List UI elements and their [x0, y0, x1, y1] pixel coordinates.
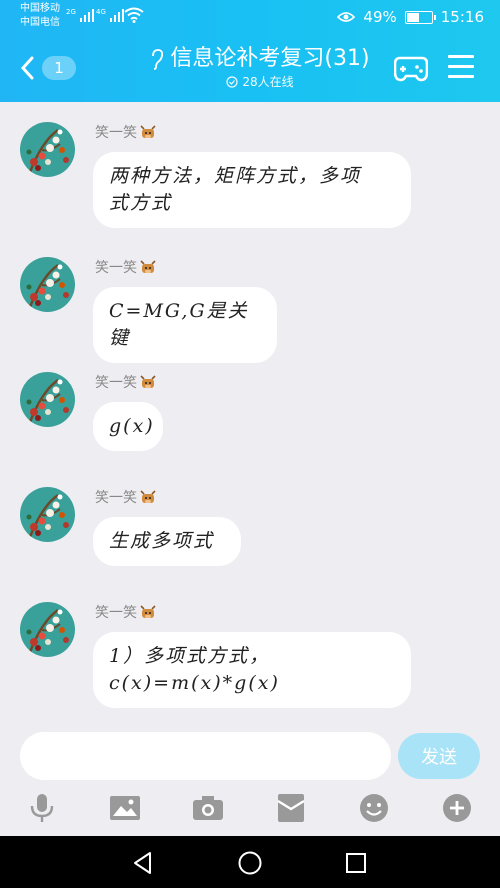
- clock: 15:16: [440, 8, 484, 26]
- avatar[interactable]: [20, 257, 75, 312]
- plus-icon[interactable]: [441, 792, 473, 824]
- sender-name: 笑一笑: [95, 122, 157, 142]
- home-circle-icon[interactable]: [237, 850, 263, 876]
- send-button[interactable]: 发送: [398, 733, 480, 779]
- sender-name-text: 笑一笑: [95, 605, 137, 621]
- battery-percent: 49%: [363, 8, 397, 26]
- back-triangle-icon[interactable]: [130, 850, 156, 876]
- status-bar: 中国移动 中国电信 2G 4G 49% 15:16: [0, 0, 500, 36]
- sender-name-text: 笑一笑: [95, 260, 137, 276]
- message-bubble[interactable]: 生成多项式: [93, 517, 241, 566]
- system-nav-bar: [0, 836, 500, 888]
- cow-emoji-icon: [140, 260, 156, 273]
- avatar[interactable]: [20, 122, 75, 177]
- message-text-line: g(x): [109, 415, 155, 437]
- signal-icon-2: 4G: [96, 8, 124, 22]
- avatar[interactable]: [20, 602, 75, 657]
- message-text-line: 1）多项式方式，: [109, 645, 271, 667]
- camera-icon[interactable]: [192, 792, 224, 824]
- message-text-line: 式方式: [109, 192, 173, 214]
- carrier-1: 中国移动: [20, 3, 60, 14]
- microphone-icon[interactable]: [26, 792, 58, 824]
- wifi-icon: [124, 7, 144, 23]
- net-type-2: 4G: [96, 8, 106, 16]
- back-button[interactable]: 1: [20, 52, 80, 84]
- recents-square-icon[interactable]: [343, 850, 369, 876]
- message-bubble[interactable]: g(x): [93, 402, 163, 451]
- chat-header: 中国移动 中国电信 2G 4G 49% 15:16 1 信息论补考复习(31) …: [0, 0, 500, 102]
- message-text-line: c(x)=m(x)*g(x): [109, 672, 280, 694]
- online-count: 28人在线: [242, 75, 294, 89]
- toolbar: [0, 788, 500, 828]
- sender-name-text: 笑一笑: [95, 490, 137, 506]
- avatar[interactable]: [20, 372, 75, 427]
- message-bubble[interactable]: 两种方法，矩阵方式，多项 式方式: [93, 152, 411, 228]
- carrier-2: 中国电信: [20, 17, 60, 28]
- net-type-1: 2G: [66, 8, 76, 16]
- status-right: 49% 15:16: [337, 8, 484, 26]
- input-bar: 发送: [0, 724, 500, 836]
- cow-emoji-icon: [140, 605, 156, 618]
- menu-icon[interactable]: [448, 55, 474, 79]
- sender-name: 笑一笑: [95, 372, 157, 392]
- message-bubble[interactable]: C=MG,G是关键: [93, 287, 277, 363]
- online-check-icon: [226, 76, 238, 88]
- ear-icon: [152, 49, 164, 70]
- chat-title: 信息论补考复习(31): [170, 46, 370, 71]
- avatar[interactable]: [20, 487, 75, 542]
- cow-emoji-icon: [140, 125, 156, 138]
- image-icon[interactable]: [109, 792, 141, 824]
- cow-emoji-icon: [140, 375, 156, 388]
- battery-icon: [404, 10, 436, 24]
- message-text-line: 生成多项式: [109, 530, 215, 552]
- gamepad-icon[interactable]: [394, 52, 428, 82]
- message-text-line: 两种方法，矩阵方式，多项: [109, 165, 362, 187]
- message-text-line: C=MG,G是关键: [109, 300, 249, 349]
- message-bubble[interactable]: 1）多项式方式， c(x)=m(x)*g(x): [93, 632, 411, 708]
- message-input[interactable]: [20, 732, 391, 780]
- red-packet-icon[interactable]: [275, 792, 307, 824]
- eye-icon: [337, 12, 356, 22]
- sender-name: 笑一笑: [95, 257, 157, 277]
- emoji-icon[interactable]: [358, 792, 390, 824]
- carrier-labels: 中国移动 中国电信: [20, 2, 60, 30]
- sender-name-text: 笑一笑: [95, 375, 137, 391]
- sender-name: 笑一笑: [95, 487, 157, 507]
- sender-name: 笑一笑: [95, 602, 157, 622]
- signal-icon: 2G: [66, 8, 94, 22]
- sender-name-text: 笑一笑: [95, 125, 137, 141]
- chat-title-area[interactable]: 信息论补考复习(31) 28人在线: [130, 44, 390, 90]
- back-chevron-icon: [20, 56, 34, 80]
- cow-emoji-icon: [140, 490, 156, 503]
- unread-count-badge: 1: [42, 56, 76, 80]
